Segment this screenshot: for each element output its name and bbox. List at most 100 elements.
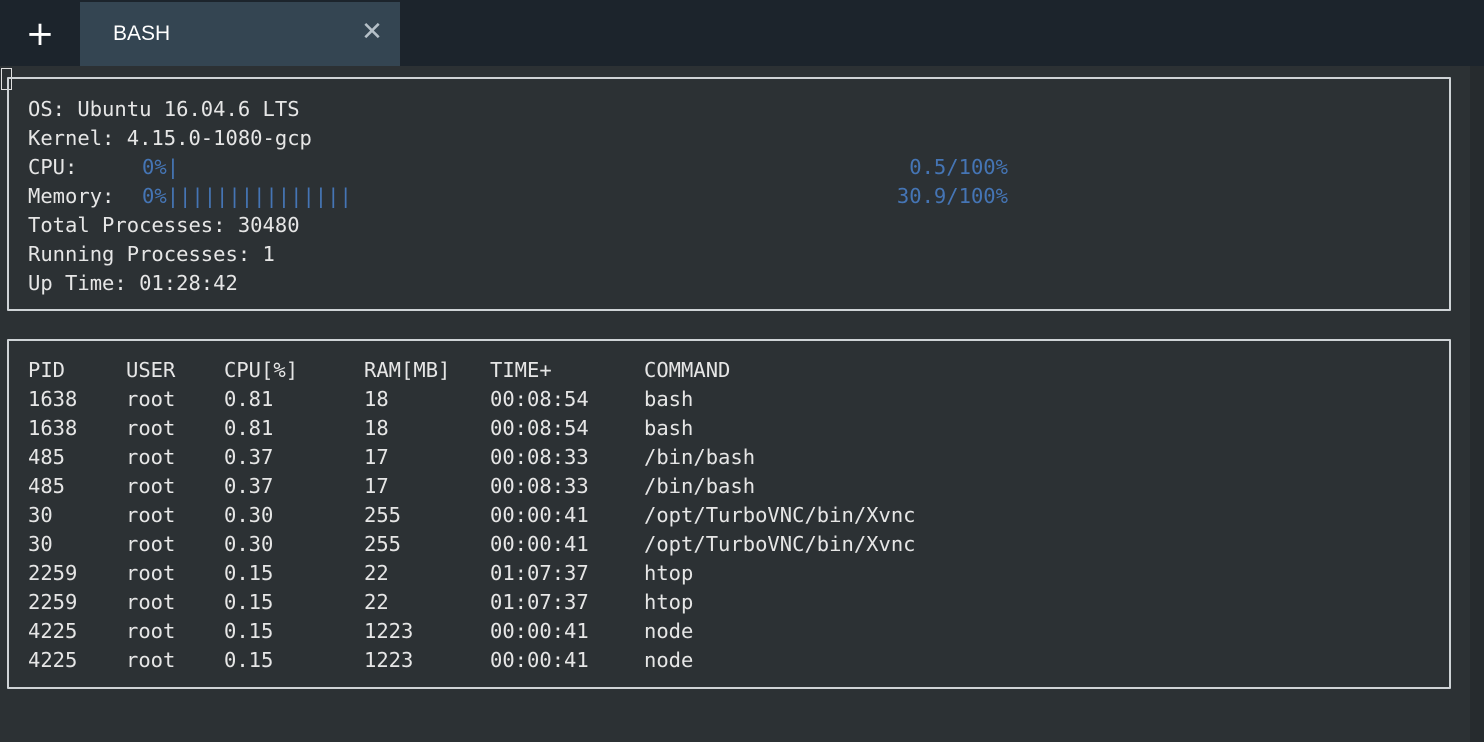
header-command: COMMAND <box>644 358 731 382</box>
header-ram: RAM[MB] <box>364 358 451 382</box>
total-processes-line: Total Processes: 30480 <box>28 211 300 240</box>
header-cpu: CPU[%] <box>224 358 299 382</box>
cell-pid: 4225 <box>28 648 78 672</box>
memory-value: 30.9/100% <box>896 184 1008 208</box>
cell-time: 00:08:33 <box>490 445 589 469</box>
os-line: OS: Ubuntu 16.04.6 LTS <box>28 95 300 124</box>
cell-user: root <box>126 503 176 527</box>
total-processes-value: 30480 <box>237 213 300 237</box>
cell-user: root <box>126 474 176 498</box>
total-processes-label: Total Processes: <box>28 213 226 237</box>
header-user: USER <box>126 358 176 382</box>
cell-command: node <box>644 619 694 643</box>
cell-cpu: 0.30 <box>224 503 274 527</box>
table-header-row: PID USER CPU[%] RAM[MB] TIME+ COMMAND <box>0 356 1444 385</box>
cell-pid: 30 <box>28 503 53 527</box>
cell-pid: 4225 <box>28 619 78 643</box>
cell-cpu: 0.30 <box>224 532 274 556</box>
cell-cpu: 0.37 <box>224 445 274 469</box>
cell-user: root <box>126 619 176 643</box>
os-label: OS: <box>28 97 66 121</box>
cell-time: 00:00:41 <box>490 532 589 556</box>
cell-pid: 2259 <box>28 590 78 614</box>
cpu-bar: 0%| <box>142 153 179 182</box>
scrollbar[interactable] <box>1470 66 1484 742</box>
running-processes-line: Running Processes: 1 <box>28 240 275 269</box>
cell-time: 00:08:54 <box>490 416 589 440</box>
cell-cpu: 0.81 <box>224 387 274 411</box>
cell-user: root <box>126 416 176 440</box>
cell-command: bash <box>644 387 694 411</box>
uptime-line: Up Time: 01:28:42 <box>28 269 238 298</box>
cell-cpu: 0.15 <box>224 561 274 585</box>
cell-pid: 485 <box>28 474 66 498</box>
cell-command: /opt/TurboVNC/bin/Xvnc <box>644 532 916 556</box>
kernel-label: Kernel: <box>28 126 115 150</box>
cell-ram: 1223 <box>364 648 414 672</box>
cpu-bar-prefix: 0% <box>142 155 167 179</box>
cell-command: node <box>644 648 694 672</box>
cell-time: 00:00:41 <box>490 619 589 643</box>
cpu-label: CPU: <box>28 155 78 179</box>
table-row: 485 root 0.37 17 00:08:33/bin/bash <box>0 443 1444 472</box>
os-value: Ubuntu 16.04.6 LTS <box>77 97 300 121</box>
cell-user: root <box>126 648 176 672</box>
cell-command: /bin/bash <box>644 445 756 469</box>
cell-pid: 485 <box>28 445 66 469</box>
cell-cpu: 0.15 <box>224 590 274 614</box>
memory-bar-prefix: 0% <box>142 184 167 208</box>
table-row: 4225 root 0.15 1223 00:00:41 node <box>0 617 1444 646</box>
cell-ram: 18 <box>364 387 389 411</box>
table-row: 2259 root 0.15 22 01:07:37 htop <box>0 588 1444 617</box>
kernel-line: Kernel: 4.15.0-1080-gcp <box>28 124 312 153</box>
table-row: 485 root 0.37 17 00:08:33/bin/bash <box>0 472 1444 501</box>
cell-command: htop <box>644 561 694 585</box>
cell-pid: 2259 <box>28 561 78 585</box>
cell-ram: 18 <box>364 416 389 440</box>
running-processes-label: Running Processes: <box>28 242 251 266</box>
cell-time: 00:00:41 <box>490 503 589 527</box>
cell-time: 00:08:54 <box>490 387 589 411</box>
tab-bash[interactable]: BASH ✕ <box>80 2 400 66</box>
cell-user: root <box>126 532 176 556</box>
cell-cpu: 0.15 <box>224 619 274 643</box>
cell-ram: 1223 <box>364 619 414 643</box>
table-row: 30 root 0.30 255 00:00:41/opt/TurboVNC/bin/X… <box>0 530 1444 559</box>
cell-time: 00:00:41 <box>490 648 589 672</box>
tab-bar: + BASH ✕ <box>0 0 1484 66</box>
running-processes-value: 1 <box>262 242 275 266</box>
cell-ram: 22 <box>364 590 389 614</box>
tab-label: BASH <box>113 22 171 45</box>
cpu-value: 0.5/100% <box>909 155 1008 179</box>
memory-label: Memory: <box>28 184 115 208</box>
new-tab-button[interactable]: + <box>18 12 62 56</box>
kernel-value: 4.15.0-1080-gcp <box>126 126 312 150</box>
cell-ram: 255 <box>364 503 402 527</box>
header-pid: PID <box>28 358 66 382</box>
cell-command: /opt/TurboVNC/bin/Xvnc <box>644 503 916 527</box>
uptime-label: Up Time: <box>28 271 127 295</box>
cpu-bar-fill: | <box>166 155 180 179</box>
cell-time: 01:07:37 <box>490 561 589 585</box>
header-time: TIME+ <box>490 358 552 382</box>
table-row: 4225 root 0.15 1223 00:00:41 node <box>0 646 1444 675</box>
cell-cpu: 0.15 <box>224 648 274 672</box>
cell-ram: 17 <box>364 445 389 469</box>
cell-time: 01:07:37 <box>490 590 589 614</box>
cell-user: root <box>126 590 176 614</box>
cell-user: root <box>126 561 176 585</box>
cell-ram: 255 <box>364 532 402 556</box>
memory-bar-fill: ||||||||||||||| <box>166 184 352 208</box>
table-row: 1638 root 0.81 18 00:08:54 bash <box>0 385 1444 414</box>
cell-ram: 22 <box>364 561 389 585</box>
uptime-value: 01:28:42 <box>139 271 238 295</box>
cell-command: htop <box>644 590 694 614</box>
cell-time: 00:08:33 <box>490 474 589 498</box>
cell-ram: 17 <box>364 474 389 498</box>
table-row: 30 root 0.30 255 00:00:41/opt/TurboVNC/bin/X… <box>0 501 1444 530</box>
table-row: 2259 root 0.15 22 01:07:37 htop <box>0 559 1444 588</box>
cell-cpu: 0.81 <box>224 416 274 440</box>
close-icon[interactable]: ✕ <box>358 18 386 46</box>
cell-command: /bin/bash <box>644 474 756 498</box>
cell-pid: 30 <box>28 532 53 556</box>
